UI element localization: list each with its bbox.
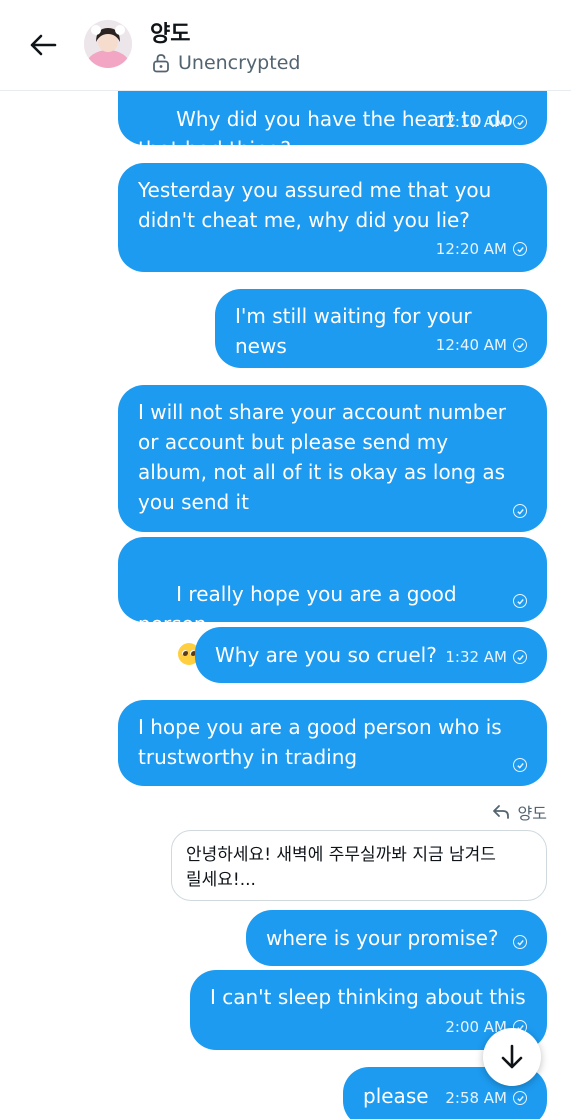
message-text: I will not share your account number or … [138,400,513,514]
message-time: 1:32 AM [445,648,507,666]
message-meta: 12:11 AM [436,113,527,131]
message-meta [513,504,527,518]
check-circle-icon [513,935,527,949]
message-bubble[interactable]: I hope you are a good person who is trus… [118,700,547,786]
message-meta [513,594,527,608]
scroll-to-bottom-button[interactable] [483,1028,541,1086]
message-text: Yesterday you assured me that you didn't… [138,178,498,232]
message-text: I can't sleep thinking about this [210,985,526,1009]
message-meta [513,935,527,949]
message-meta: 2:58 AM [445,1089,527,1107]
message-thread[interactable]: Why did you have the heart to do that ba… [0,0,571,1119]
reply-indicator: 양도 [492,800,547,824]
check-circle-icon [513,242,527,256]
encryption-status: Unencrypted [152,52,300,74]
unlock-icon [153,54,169,73]
check-circle-icon [513,504,527,518]
back-button[interactable] [26,28,60,62]
message-bubble[interactable]: I will not share your account number or … [118,385,547,532]
message-bubble[interactable]: where is your promise? [246,910,547,966]
check-circle-icon [513,758,527,772]
arrow-left-icon [30,34,57,56]
message-meta: 1:32 AM [445,648,527,666]
reply-arrow-icon [492,805,509,819]
contact-name[interactable]: 양도 [150,16,190,48]
quoted-text: 안녕하세요! 새벽에 주무실까봐 지금 남겨드 릴세요!... [186,845,496,890]
message-bubble[interactable]: Yesterday you assured me that you didn't… [118,163,547,272]
message-text: where is your promise? [266,926,499,950]
check-circle-icon [513,338,527,352]
message-time: 12:20 AM [435,240,507,258]
reply-sender: 양도 [517,804,547,823]
message-time: 12:11 AM [435,113,507,131]
check-circle-icon [513,650,527,664]
avatar[interactable] [84,20,132,68]
message-meta: 12:40 AM [436,336,527,354]
message-time: 2:58 AM [445,1089,507,1107]
quoted-message[interactable]: 안녕하세요! 새벽에 주무실까봐 지금 남겨드 릴세요!... [171,830,547,901]
message-meta: 12:20 AM [436,240,527,258]
check-circle-icon [513,115,527,129]
conversation-header: 양도 Unencrypted [0,0,571,91]
message-bubble[interactable]: I'm still waiting for your news 12:40 AM [215,289,547,368]
message-meta [513,758,527,772]
check-circle-icon [513,594,527,608]
arrow-down-icon [501,1044,523,1069]
message-time: 12:40 AM [435,336,507,354]
message-bubble[interactable]: Why are you so cruel? 1:32 AM [195,627,547,683]
check-circle-icon [513,1091,527,1105]
message-text: I hope you are a good person who is trus… [138,715,509,769]
encryption-label: Unencrypted [178,52,301,74]
avatar-image [84,20,132,68]
message-bubble[interactable]: I really hope you are a good person [118,537,547,725]
